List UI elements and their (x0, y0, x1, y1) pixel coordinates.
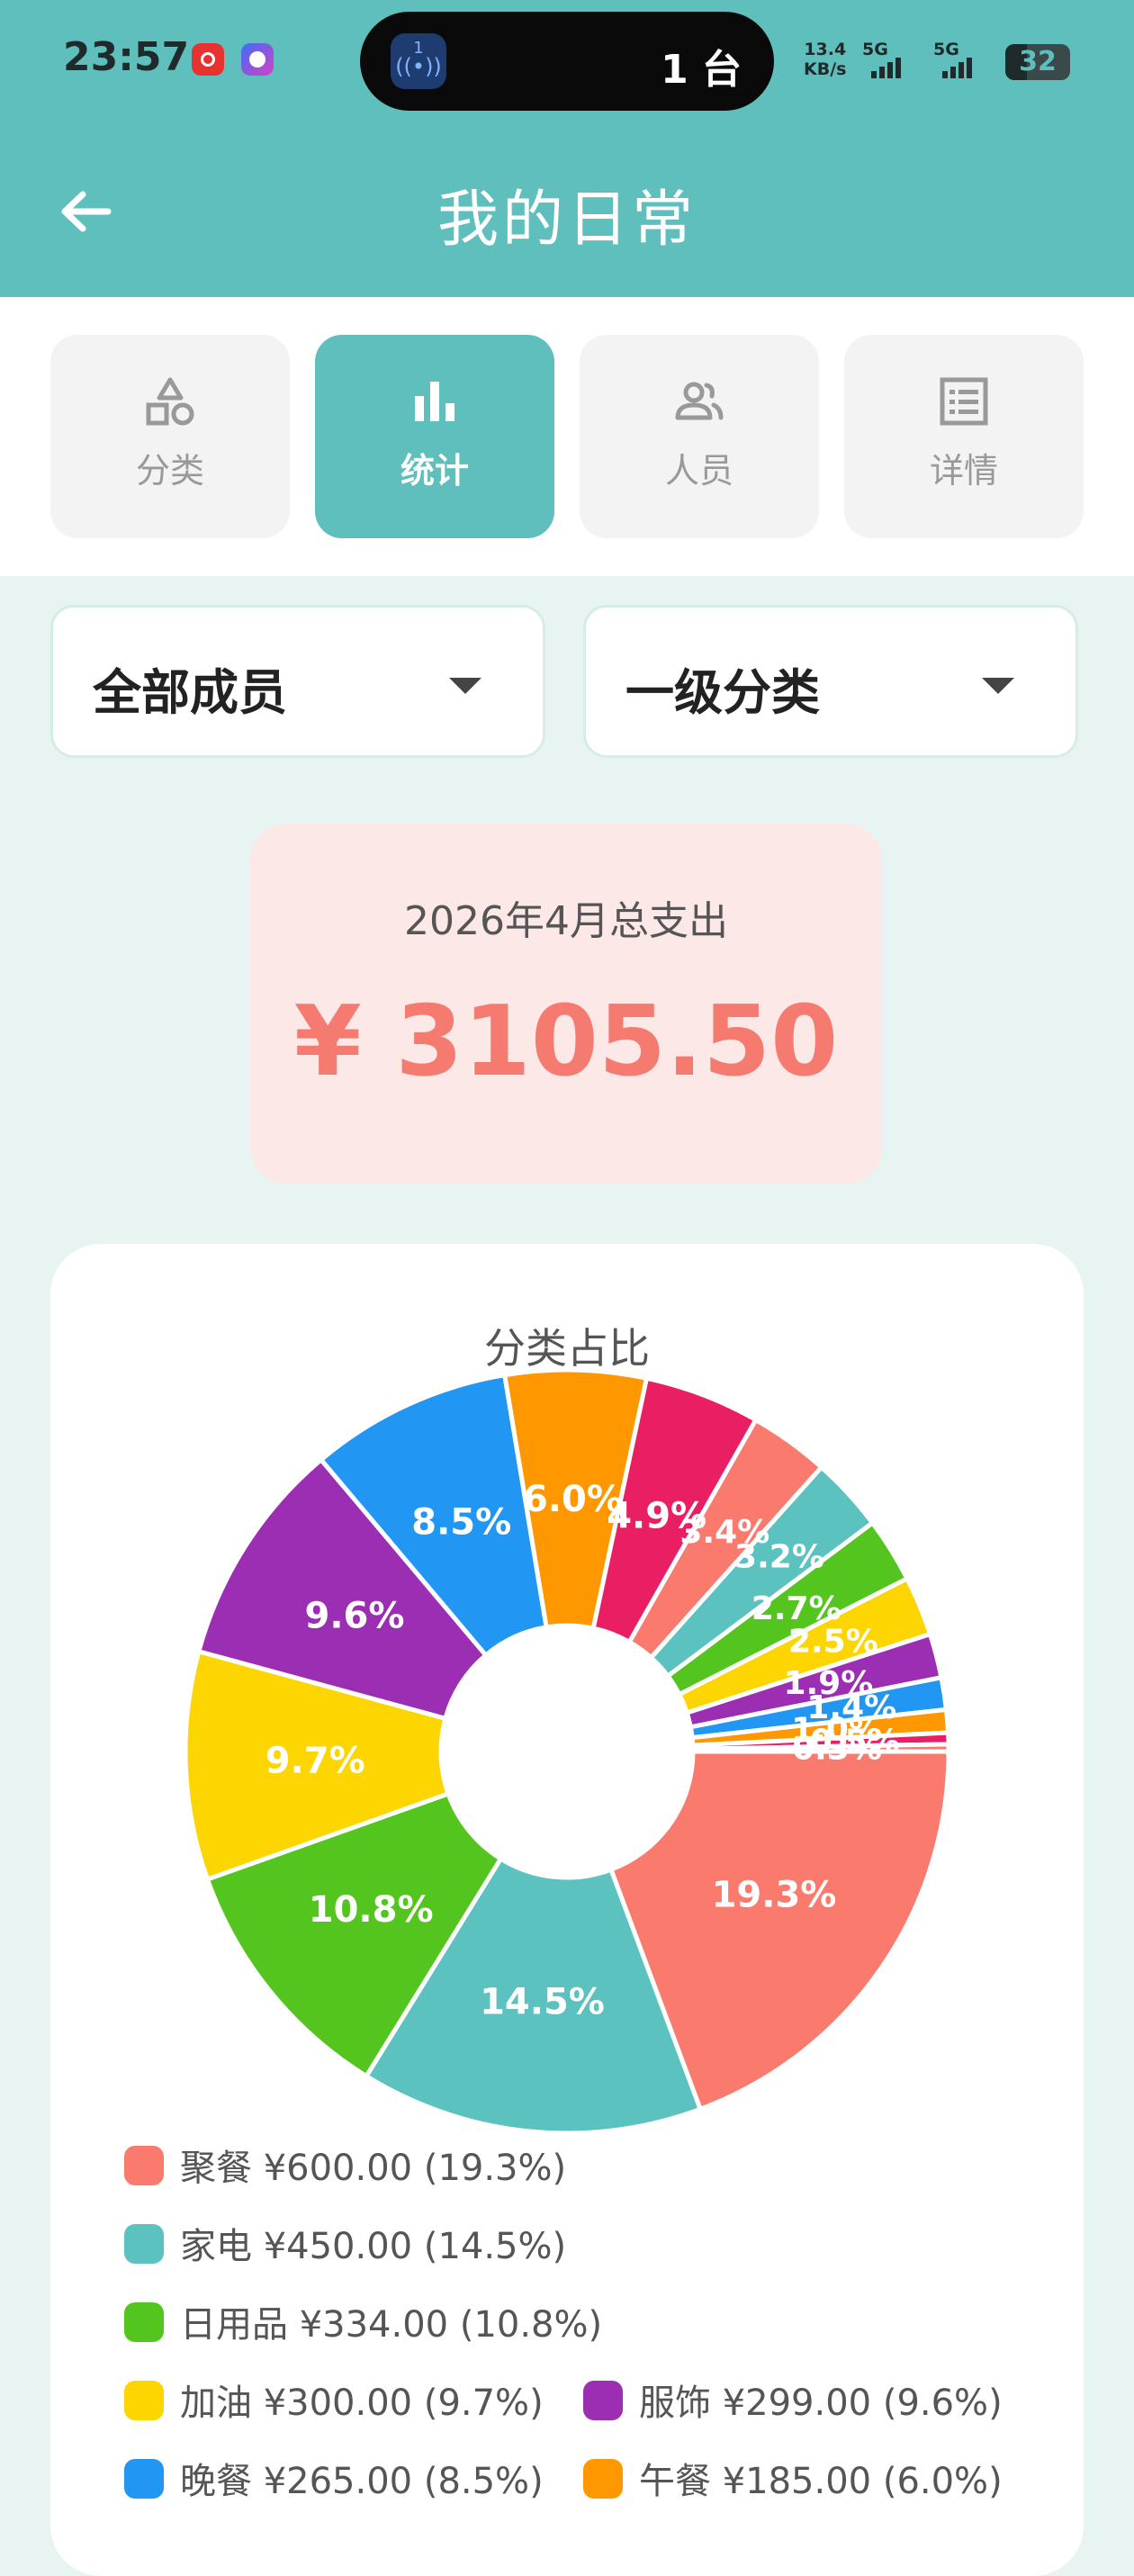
tab-people-label: 人员 (664, 451, 734, 491)
chart-title: 分类占比 (484, 1324, 650, 1373)
legend-swatch (124, 2302, 164, 2342)
category-chart-card: 分类占比 19.3% 14.5% 10.8% 9.7% 9.6% 8.5% 6.0% 4.9%… (50, 1244, 1084, 2576)
legend-label: 聚餐 ¥600.00 (19.3%) (180, 2148, 567, 2189)
tab-bar: 分类 统计 人员 详情 (0, 297, 1134, 576)
legend-swatch (124, 2381, 164, 2420)
battery-level: 32 (1019, 46, 1057, 77)
bar-chart-icon (415, 382, 454, 421)
music-app-icon (192, 43, 224, 76)
battery-icon: 32 (1005, 44, 1070, 80)
slice-label: 3.2% (734, 1538, 824, 1575)
tab-category[interactable]: 分类 (50, 335, 290, 538)
legend-label: 晚餐 ¥265.00 (8.5%) (180, 2461, 544, 2502)
slice-label: 10.8% (309, 1889, 434, 1931)
legend-label: 家电 ¥450.00 (14.5%) (180, 2226, 567, 2267)
network-speed-value: 13.4 (804, 40, 847, 59)
legend-label: 日用品 ¥334.00 (10.8%) (180, 2304, 603, 2346)
signal-label-sim1: 5G (862, 40, 888, 59)
chevron-down-icon (982, 678, 1014, 694)
legend-swatch (124, 2224, 164, 2264)
app-header: 我的日常 (0, 126, 1134, 297)
tab-details-label: 详情 (929, 451, 998, 491)
list-icon (940, 377, 988, 426)
total-expense-amount: ¥ 3105.50 (293, 986, 839, 1098)
slice-label: 2.7% (752, 1590, 842, 1627)
dynamic-island[interactable]: 1 ((•)) 1 台 (360, 12, 774, 111)
tab-statistics-label: 统计 (400, 451, 469, 491)
tab-people[interactable]: 人员 (580, 335, 819, 538)
status-bar: 23:57 1 ((•)) 1 台 13.4 KB/s 5G 5G 32 (0, 0, 1134, 126)
signal-label-sim2: 5G (933, 40, 959, 59)
network-speed: 13.4 KB/s (804, 40, 846, 79)
total-expense-card: 2026年4月总支出 ¥ 3105.50 (250, 824, 882, 1184)
status-time: 23:57 (63, 34, 190, 80)
member-filter-dropdown[interactable]: 全部成员 (50, 605, 545, 758)
shapes-icon (146, 377, 194, 426)
broadcast-icon: 1 ((•)) (391, 33, 446, 89)
legend-swatch (583, 2381, 623, 2420)
tab-statistics[interactable]: 统计 (315, 335, 554, 538)
legend-label: 午餐 ¥185.00 (6.0%) (639, 2461, 1003, 2502)
chevron-down-icon (449, 678, 482, 694)
slice-label: 14.5% (480, 1982, 605, 2023)
category-level-dropdown[interactable]: 一级分类 (583, 605, 1078, 758)
camera-app-icon (241, 43, 274, 76)
people-icon (675, 382, 724, 420)
slice-label: 0.3% (792, 1731, 882, 1768)
slice-label: 8.5% (411, 1502, 511, 1544)
slice-label: 9.7% (266, 1741, 365, 1782)
slice-label: 19.3% (712, 1875, 837, 1916)
legend-swatch (124, 2459, 164, 2499)
tab-details[interactable]: 详情 (844, 335, 1084, 538)
member-filter-value: 全部成员 (93, 664, 287, 721)
category-donut-chart: 19.3%14.5%10.8%9.7%9.6%8.5%6.0%4.9%3.4%3… (185, 1370, 949, 2133)
tab-category-label: 分类 (135, 451, 204, 491)
page-title: 我的日常 (436, 185, 697, 256)
network-speed-unit: KB/s (804, 59, 847, 79)
legend-label: 服饰 ¥299.00 (9.6%) (639, 2382, 1003, 2424)
slice-label: 9.6% (305, 1595, 405, 1636)
signal-icon-sim1: 5G (862, 40, 934, 81)
slice-label: 2.5% (788, 1623, 878, 1660)
category-level-value: 一级分类 (626, 664, 820, 721)
total-expense-label: 2026年4月总支出 (404, 898, 728, 944)
legend-swatch (583, 2459, 623, 2499)
legend-label: 加油 ¥300.00 (9.7%) (180, 2382, 544, 2424)
island-text: 1 台 (661, 47, 742, 93)
legend-swatch (124, 2146, 164, 2185)
signal-icon-sim2: 5G (933, 40, 1005, 81)
